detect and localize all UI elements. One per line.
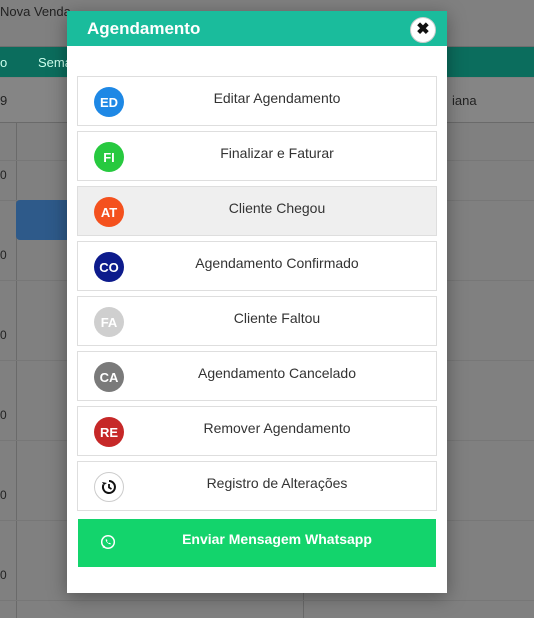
action-label: Remover Agendamento [203, 420, 351, 436]
action-remove-appointment[interactable]: RE Remover Agendamento [77, 406, 437, 456]
time-label: 0 [0, 568, 7, 582]
calendar-header-cell: 9 [0, 93, 8, 108]
grid-divider [16, 122, 17, 618]
time-label: 0 [0, 328, 7, 342]
whatsapp-icon [100, 534, 118, 552]
whatsapp-label: Enviar Mensagem Whatsapp [182, 531, 372, 547]
action-label: Cliente Faltou [233, 310, 321, 326]
action-label: Agendamento Cancelado [197, 365, 356, 381]
action-finalize-invoice[interactable]: FI Finalizar e Faturar [77, 131, 437, 181]
calendar-header-cell: iana [452, 93, 477, 108]
time-label: 0 [0, 408, 7, 422]
appointment-modal: Agendamento ✖ ED Editar Agendamento FI F… [67, 11, 447, 593]
modal-title: Agendamento [87, 19, 201, 38]
time-label: 0 [0, 248, 7, 262]
action-change-log[interactable]: Registro de Alterações [77, 461, 437, 511]
close-button[interactable]: ✖ [410, 17, 436, 43]
action-label: Finalizar e Faturar [220, 145, 334, 161]
action-appointment-cancelled[interactable]: CA Agendamento Cancelado [77, 351, 437, 401]
action-label: Cliente Chegou [228, 200, 326, 216]
modal-header: Agendamento ✖ [67, 11, 447, 46]
send-whatsapp-button[interactable]: Enviar Mensagem Whatsapp [78, 519, 436, 567]
action-label: Agendamento Confirmado [195, 255, 359, 271]
action-appointment-confirmed[interactable]: CO Agendamento Confirmado [77, 241, 437, 291]
action-client-missed[interactable]: FA Cliente Faltou [77, 296, 437, 346]
time-label: 0 [0, 168, 7, 182]
action-edit-appointment[interactable]: ED Editar Agendamento [77, 76, 437, 126]
action-client-arrived[interactable]: AT Cliente Chegou [77, 186, 437, 236]
grid-row-line [0, 600, 534, 601]
time-label: 0 [0, 488, 7, 502]
calendar-tab: o [0, 55, 8, 70]
action-label: Registro de Alterações [206, 475, 348, 491]
action-label: Editar Agendamento [213, 90, 341, 106]
new-sale-link: Nova Venda [0, 4, 71, 19]
close-icon: ✖ [416, 21, 430, 38]
